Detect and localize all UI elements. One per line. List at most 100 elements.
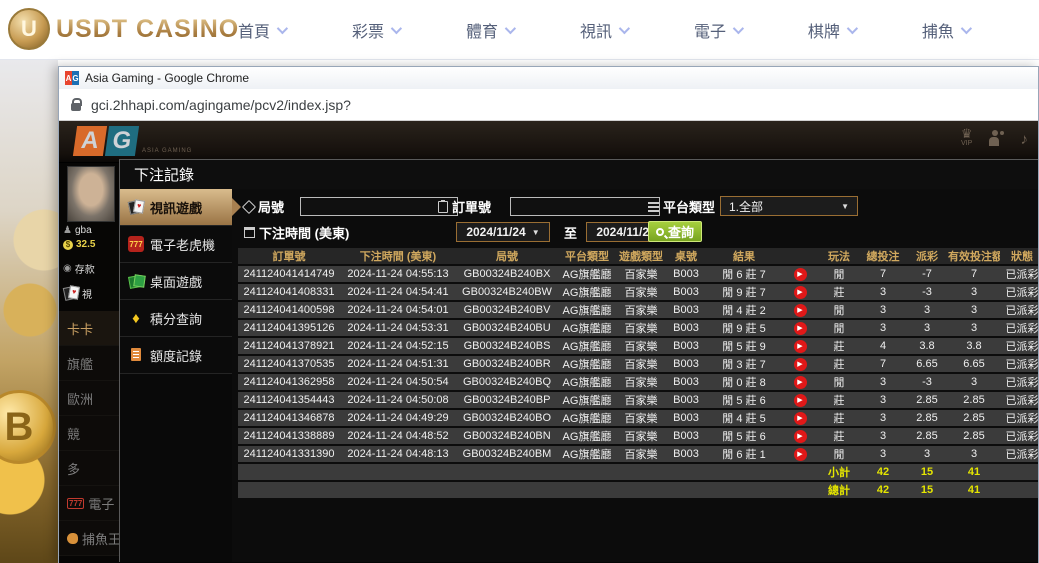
customer-service-icon[interactable] xyxy=(989,132,1005,146)
play-video-button[interactable]: ▶ xyxy=(794,268,807,281)
lobby-hall-0[interactable]: 卡卡 xyxy=(59,311,121,346)
table-row: 2411240414083312024-11-24 04:54:41GB0032… xyxy=(238,284,1038,300)
chrome-popup-window: AG Asia Gaming - Google Chrome gci.2hhap… xyxy=(58,66,1039,563)
valid-bet-cell: 3.8 xyxy=(948,338,1000,354)
lobby-hall-5[interactable]: 777電子 xyxy=(59,486,121,521)
result-cell: 閒 9 莊 7 xyxy=(706,284,782,300)
play-video-button[interactable]: ▶ xyxy=(794,376,807,389)
nav-item-label: 捕魚 xyxy=(922,18,954,42)
chevron-down-icon xyxy=(733,23,744,34)
bet-time-cell: 2024-11-24 04:51:31 xyxy=(340,356,456,372)
music-icon[interactable]: ♪ xyxy=(1021,131,1029,148)
result-cell: 閒 6 莊 7 xyxy=(706,266,782,282)
total-bet-cell: 3 xyxy=(860,410,906,426)
sum-value xyxy=(558,482,616,498)
play-video-button[interactable]: ▶ xyxy=(794,430,807,443)
ag-header: A G ASIA GAMING ♛VIP ♪ xyxy=(59,121,1038,163)
status-cell: 已派彩 xyxy=(1000,302,1038,318)
nav-item-3[interactable]: 視訊 xyxy=(580,18,627,42)
column-header: 下注時間 (美東) xyxy=(340,248,456,264)
game-no-cell: GB00324B240BN xyxy=(456,428,558,444)
menu-item-4[interactable]: 額度記錄 xyxy=(120,337,232,374)
search-button[interactable]: 查詢 xyxy=(648,221,702,242)
sum-value xyxy=(782,464,818,480)
order-no-input[interactable] xyxy=(510,197,660,216)
nav-item-5[interactable]: 棋牌 xyxy=(808,18,855,42)
deposit-button[interactable]: ◉ 存款 xyxy=(63,261,95,276)
lobby-hall-label: 競 xyxy=(67,424,80,443)
table-no-cell: B003 xyxy=(666,266,706,282)
list-icon xyxy=(648,202,659,212)
ag-logo[interactable]: A G ASIA GAMING xyxy=(75,126,192,156)
game-no-input[interactable] xyxy=(300,197,458,216)
vip-crown-icon[interactable]: ♛VIP xyxy=(961,129,973,149)
table-no-cell: B003 xyxy=(666,446,706,462)
wager-type-cell: 閒 xyxy=(818,266,860,282)
nav-item-2[interactable]: 體育 xyxy=(466,18,513,42)
balance-row: $ 32.5 xyxy=(63,239,95,250)
status-cell: 已派彩 xyxy=(1000,410,1038,426)
replay-cell: ▶ xyxy=(782,392,818,408)
nav-item-label: 棋牌 xyxy=(808,18,840,42)
nav-item-0[interactable]: 首頁 xyxy=(238,18,285,42)
lobby-hall-label: 捕魚王 xyxy=(82,529,121,548)
username: gba xyxy=(75,225,92,236)
sum-value xyxy=(666,482,706,498)
sum-value xyxy=(616,464,666,480)
menu-item-2[interactable]: 桌面遊戲 xyxy=(120,263,232,300)
sum-value xyxy=(340,482,456,498)
menu-item-0[interactable]: 視訊遊戲 xyxy=(120,189,232,226)
play-video-button[interactable]: ▶ xyxy=(794,448,807,461)
menu-item-3[interactable]: ♦積分查詢 xyxy=(120,300,232,337)
bet-time-cell: 2024-11-24 04:52:15 xyxy=(340,338,456,354)
order-no-cell: 241124041414749 xyxy=(238,266,340,282)
table-row: 2411240413544432024-11-24 04:50:08GB0032… xyxy=(238,392,1038,408)
subtotal-row: 小計421541 xyxy=(238,464,1038,480)
status-cell: 已派彩 xyxy=(1000,284,1038,300)
valid-bet-cell: 2.85 xyxy=(948,392,1000,408)
nav-item-6[interactable]: 捕魚 xyxy=(922,18,969,42)
lobby-hall-6[interactable]: 捕魚王 xyxy=(59,521,121,556)
menu-item-1[interactable]: 777電子老虎機 xyxy=(120,226,232,263)
play-video-button[interactable]: ▶ xyxy=(794,412,807,425)
lobby-hall-3[interactable]: 競 xyxy=(59,416,121,451)
game-type-cell: 百家樂 xyxy=(616,302,666,318)
status-cell: 已派彩 xyxy=(1000,356,1038,372)
menu-item-label: 視訊遊戲 xyxy=(150,198,202,217)
dropdown-arrow-icon: ▼ xyxy=(532,228,540,237)
play-video-button[interactable]: ▶ xyxy=(794,358,807,371)
lobby-hall-1[interactable]: 旗艦 xyxy=(59,346,121,381)
platform-type-select[interactable]: 1.全部▼ xyxy=(720,196,858,216)
address-bar[interactable]: gci.2hhapi.com/agingame/pcv2/index.jsp? xyxy=(59,89,1038,121)
date-from-picker[interactable]: 2024/11/24▼ xyxy=(456,222,550,242)
lobby-hall-4[interactable]: 多 xyxy=(59,451,121,486)
valid-bet-cell: 2.85 xyxy=(948,428,1000,444)
window-titlebar[interactable]: AG Asia Gaming - Google Chrome xyxy=(59,67,1038,89)
play-video-button[interactable]: ▶ xyxy=(794,304,807,317)
wager-type-cell: 莊 xyxy=(818,392,860,408)
nav-item-1[interactable]: 彩票 xyxy=(352,18,399,42)
site-logo[interactable]: U USDT CASINO xyxy=(8,8,239,50)
game-type-cell: 百家樂 xyxy=(616,284,666,300)
table-no-cell: B003 xyxy=(666,302,706,318)
total-bet-cell: 4 xyxy=(860,338,906,354)
bet-time-cell: 2024-11-24 04:54:41 xyxy=(340,284,456,300)
play-video-button[interactable]: ▶ xyxy=(794,322,807,335)
bet-time-cell: 2024-11-24 04:54:01 xyxy=(340,302,456,318)
lobby-hall-2[interactable]: 歐洲 xyxy=(59,381,121,416)
game-type-cell: 百家樂 xyxy=(616,446,666,462)
play-video-button[interactable]: ▶ xyxy=(794,394,807,407)
nav-item-label: 視訊 xyxy=(580,18,612,42)
nav-item-4[interactable]: 電子 xyxy=(694,18,741,42)
result-cell: 閒 4 莊 5 xyxy=(706,410,782,426)
window-title: Asia Gaming - Google Chrome xyxy=(85,71,249,85)
sum-value xyxy=(456,464,558,480)
play-video-button[interactable]: ▶ xyxy=(794,340,807,353)
game-type-cell: 百家樂 xyxy=(616,320,666,336)
column-header: 有效投注額 xyxy=(948,248,1000,264)
game-no-cell: GB00324B240BW xyxy=(456,284,558,300)
video-games-row[interactable]: 視 xyxy=(63,285,92,301)
play-video-button[interactable]: ▶ xyxy=(794,286,807,299)
payout-cell: -7 xyxy=(906,266,948,282)
deposit-icon: ◉ xyxy=(63,263,72,274)
